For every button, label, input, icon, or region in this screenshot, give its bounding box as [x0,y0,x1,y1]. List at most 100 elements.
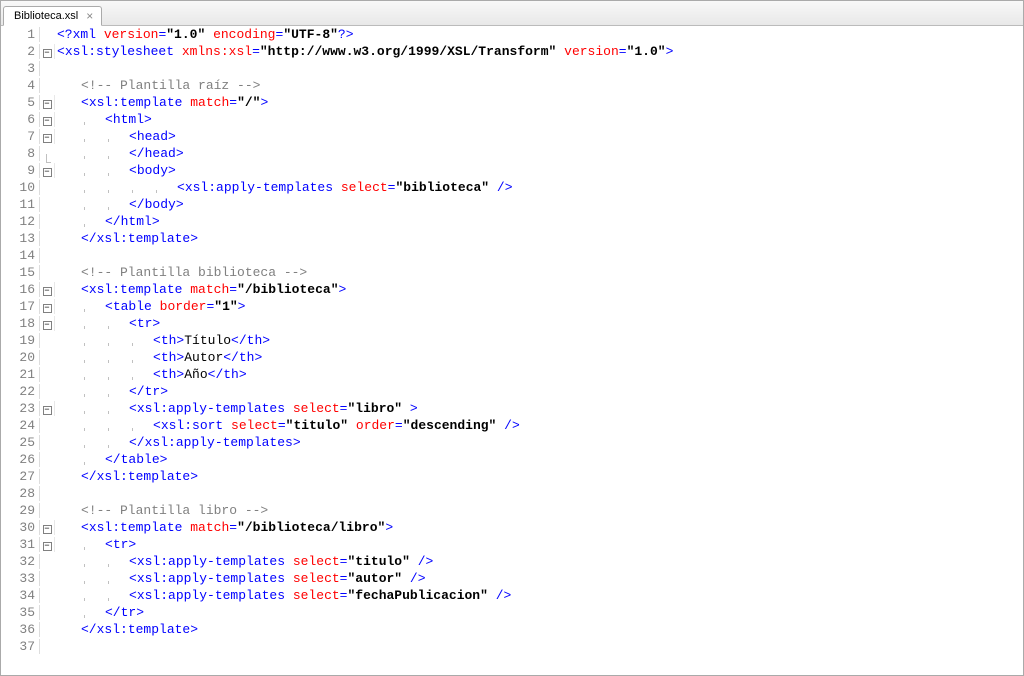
code-content[interactable]: </head> [55,146,184,161]
code-line[interactable]: 28 [1,485,673,502]
file-tab[interactable]: Biblioteca.xsl × [3,6,102,26]
code-content[interactable]: <!-- Plantilla raíz --> [55,78,260,93]
code-line[interactable]: 32<xsl:apply-templates select="titulo" /… [1,553,673,570]
code-line[interactable]: 6−<html> [1,111,673,128]
fold-gutter[interactable]: − [40,129,55,144]
code-content[interactable]: </table> [55,452,167,467]
code-content[interactable]: <xsl:apply-templates select="libro" > [55,401,418,416]
code-content[interactable]: <xsl:sort select="titulo" order="descend… [55,418,520,433]
code-content[interactable]: <!-- Plantilla libro --> [55,503,268,518]
code-line[interactable]: 25</xsl:apply-templates> [1,434,673,451]
code-content[interactable]: <table border="1"> [55,299,245,314]
code-content[interactable]: <html> [55,112,152,127]
code-line[interactable]: 18−<tr> [1,315,673,332]
code-line[interactable]: 8</head> [1,145,673,162]
code-content[interactable]: <xsl:stylesheet xmlns:xsl="http://www.w3… [55,44,673,59]
fold-gutter[interactable]: − [40,299,55,314]
code-line[interactable]: 13</xsl:template> [1,230,673,247]
line-number: 4 [1,78,40,93]
code-content[interactable]: </xsl:template> [55,469,198,484]
code-line[interactable]: 2−<xsl:stylesheet xmlns:xsl="http://www.… [1,43,673,60]
code-line[interactable]: 12</html> [1,213,673,230]
code-content[interactable]: <xsl:template match="/biblioteca"> [55,282,346,297]
code-content[interactable]: <th>Año</th> [55,367,247,382]
code-line[interactable]: 24<xsl:sort select="titulo" order="desce… [1,417,673,434]
code-line[interactable]: 26</table> [1,451,673,468]
code-content[interactable]: <xsl:apply-templates select="fechaPublic… [55,588,511,603]
fold-toggle-icon[interactable]: − [43,304,52,313]
code-line[interactable]: 14 [1,247,673,264]
line-number: 34 [1,588,40,603]
code-content[interactable]: <xsl:template match="/biblioteca/libro"> [55,520,393,535]
code-line[interactable]: 19<th>Título</th> [1,332,673,349]
code-content[interactable]: <tr> [55,537,136,552]
code-content[interactable]: <th>Autor</th> [55,350,262,365]
code-content[interactable]: </tr> [55,384,168,399]
line-number: 15 [1,265,40,280]
code-line[interactable]: 5−<xsl:template match="/"> [1,94,673,111]
code-line[interactable]: 16−<xsl:template match="/biblioteca"> [1,281,673,298]
line-number: 7 [1,129,40,144]
code-line[interactable]: 17−<table border="1"> [1,298,673,315]
code-content[interactable]: </body> [55,197,184,212]
code-content[interactable]: </html> [55,214,160,229]
code-line[interactable]: 10<xsl:apply-templates select="bibliotec… [1,179,673,196]
code-line[interactable]: 31−<tr> [1,536,673,553]
code-line[interactable]: 4 <!-- Plantilla raíz --> [1,77,673,94]
code-content[interactable]: <xsl:apply-templates select="titulo" /> [55,554,433,569]
fold-gutter[interactable]: − [40,401,55,416]
code-content[interactable]: </xsl:template> [55,231,198,246]
code-line[interactable]: 27</xsl:template> [1,468,673,485]
fold-gutter[interactable]: − [40,95,55,110]
fold-toggle-icon[interactable]: − [43,134,52,143]
code-content[interactable]: <body> [55,163,176,178]
fold-toggle-icon[interactable]: − [43,542,52,551]
code-line[interactable]: 37 [1,638,673,655]
fold-gutter[interactable]: − [40,44,55,59]
fold-toggle-icon[interactable]: − [43,117,52,126]
code-content[interactable]: <th>Título</th> [55,333,270,348]
code-content[interactable]: </xsl:apply-templates> [55,435,301,450]
code-line[interactable]: 7−<head> [1,128,673,145]
code-content[interactable]: </tr> [55,605,144,620]
code-content[interactable]: <head> [55,129,176,144]
code-line[interactable]: 15 <!-- Plantilla biblioteca --> [1,264,673,281]
code-editor[interactable]: 1<?xml version="1.0" encoding="UTF-8"?>2… [1,26,1023,675]
code-line[interactable]: 23−<xsl:apply-templates select="libro" > [1,400,673,417]
code-content[interactable]: </xsl:template> [55,622,198,637]
code-line[interactable]: 21<th>Año</th> [1,366,673,383]
line-number: 35 [1,605,40,620]
code-content[interactable]: <xsl:apply-templates select="biblioteca"… [55,180,513,195]
code-line[interactable]: 20<th>Autor</th> [1,349,673,366]
fold-toggle-icon[interactable]: − [43,321,52,330]
code-line[interactable]: 1<?xml version="1.0" encoding="UTF-8"?> [1,26,673,43]
code-line[interactable]: 30−<xsl:template match="/biblioteca/libr… [1,519,673,536]
fold-gutter[interactable]: − [40,537,55,552]
fold-gutter[interactable]: − [40,282,55,297]
code-line[interactable]: 33<xsl:apply-templates select="autor" /> [1,570,673,587]
code-content[interactable]: <!-- Plantilla biblioteca --> [55,265,307,280]
code-line[interactable]: 36</xsl:template> [1,621,673,638]
fold-gutter[interactable]: − [40,163,55,178]
code-line[interactable]: 3 [1,60,673,77]
fold-toggle-icon[interactable]: − [43,525,52,534]
code-content[interactable]: <xsl:apply-templates select="autor" /> [55,571,426,586]
code-content[interactable]: <tr> [55,316,160,331]
fold-gutter[interactable]: − [40,112,55,127]
code-line[interactable]: 11</body> [1,196,673,213]
fold-toggle-icon[interactable]: − [43,49,52,58]
code-content[interactable]: <xsl:template match="/"> [55,95,268,110]
fold-gutter[interactable]: − [40,520,55,535]
code-line[interactable]: 9−<body> [1,162,673,179]
code-line[interactable]: 35 </tr> [1,604,673,621]
fold-toggle-icon[interactable]: − [43,287,52,296]
close-icon[interactable]: × [84,9,95,23]
fold-toggle-icon[interactable]: − [43,406,52,415]
code-content[interactable]: <?xml version="1.0" encoding="UTF-8"?> [55,27,354,42]
fold-gutter[interactable]: − [40,316,55,331]
fold-toggle-icon[interactable]: − [43,168,52,177]
fold-toggle-icon[interactable]: − [43,100,52,109]
code-line[interactable]: 34 <xsl:apply-templates select="fechaPubl… [1,587,673,604]
code-line[interactable]: 29<!-- Plantilla libro --> [1,502,673,519]
code-line[interactable]: 22</tr> [1,383,673,400]
